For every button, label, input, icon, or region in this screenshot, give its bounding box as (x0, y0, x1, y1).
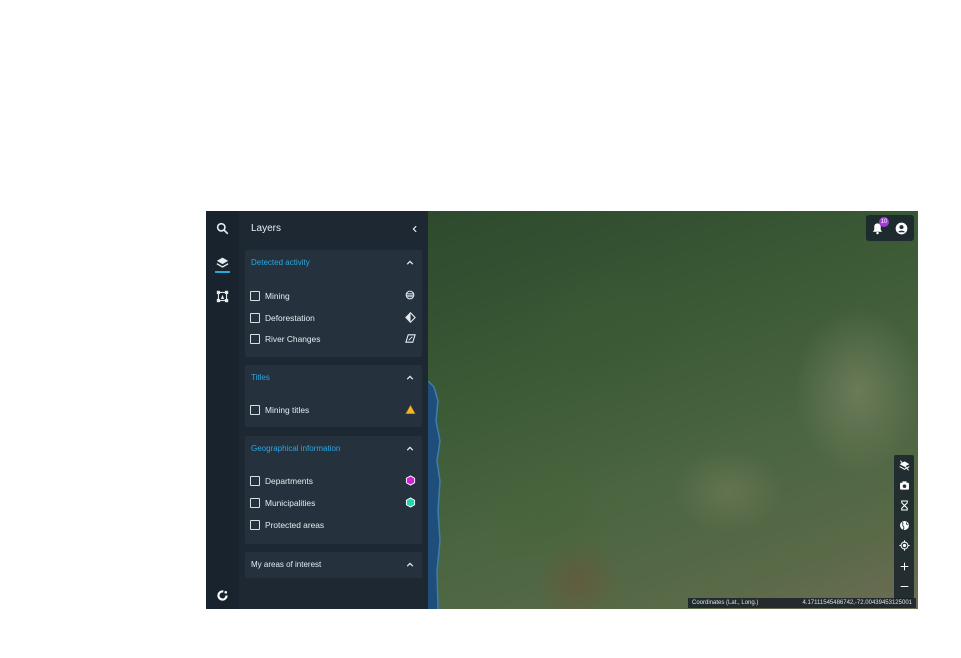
screenshot-button[interactable] (897, 478, 911, 492)
top-right-controls: 10 (866, 215, 914, 241)
locate-button[interactable] (897, 538, 911, 552)
layer-row-protected-areas[interactable]: Protected areas (245, 517, 422, 535)
search-icon (216, 222, 229, 235)
layer-row-mining-titles[interactable]: Mining titles (245, 402, 422, 420)
globe-icon (899, 520, 909, 530)
hide-layers-button[interactable] (897, 458, 911, 472)
group-title: Detected activity (251, 258, 310, 267)
layer-row-departments[interactable]: Departments (245, 473, 422, 491)
layer-row-mining[interactable]: Mining (245, 288, 422, 306)
layer-label: Mining titles (265, 405, 310, 415)
collapse-group-button[interactable] (404, 372, 416, 384)
plus-icon (900, 562, 908, 570)
striped-circle-icon (404, 289, 416, 301)
group-header[interactable]: Titles (245, 365, 422, 391)
app-window: Layers Detected activity Mining Deforest… (206, 211, 918, 609)
chevron-up-icon (406, 260, 414, 265)
basemap-button[interactable] (897, 518, 911, 532)
layers-icon (216, 257, 229, 268)
checkbox[interactable] (250, 476, 260, 486)
coordinates-value: 4.17111545486742,-72.00439453125001 (802, 600, 912, 606)
layer-label: Mining (265, 291, 290, 301)
chevron-up-icon (406, 562, 414, 567)
map-tools (894, 455, 914, 599)
group-header[interactable]: Geographical information (245, 436, 422, 462)
parallelogram-icon (404, 332, 416, 344)
checkbox[interactable] (250, 405, 260, 415)
checkbox[interactable] (250, 498, 260, 508)
logo-icon (217, 590, 228, 601)
yellow-triangle-icon (404, 403, 416, 415)
half-diamond-icon (404, 311, 416, 323)
notification-count-badge: 10 (879, 217, 889, 227)
checkbox[interactable] (250, 313, 260, 323)
group-titles: Titles Mining titles (245, 365, 422, 427)
collapse-group-button[interactable] (404, 257, 416, 269)
camera-icon (899, 480, 909, 490)
collapse-group-button[interactable] (404, 559, 416, 571)
layer-label: River Changes (265, 334, 321, 344)
layer-row-deforestation[interactable]: Deforestation (245, 310, 422, 328)
active-indicator (215, 271, 230, 273)
zoom-out-button[interactable] (897, 579, 911, 593)
satellite-map[interactable]: 10 Coordinates (Lat., Long.) 4.171115454… (428, 211, 918, 609)
group-my-areas-of-interest: My areas of interest (245, 552, 422, 578)
layer-row-river-changes[interactable]: River Changes (245, 331, 422, 349)
icon-rail (206, 211, 239, 609)
panel-header: Layers (239, 211, 428, 247)
group-header[interactable]: My areas of interest (245, 552, 422, 578)
zoom-in-button[interactable] (897, 559, 911, 573)
account-button[interactable] (895, 222, 908, 235)
magenta-hexagon-icon (404, 474, 416, 486)
coordinates-label: Coordinates (Lat., Long.) (692, 600, 759, 606)
teal-hexagon-icon (404, 496, 416, 508)
layer-row-municipalities[interactable]: Municipalities (245, 495, 422, 513)
chevron-left-icon (412, 225, 417, 233)
area-select-icon (216, 290, 229, 303)
group-geographical-information: Geographical information Departments Mun… (245, 436, 422, 544)
chevron-up-icon (406, 375, 414, 380)
area-select-button[interactable] (212, 286, 233, 307)
minus-icon (900, 585, 908, 587)
user-icon (895, 222, 908, 235)
coordinates-bar: Coordinates (Lat., Long.) 4.171115454867… (688, 598, 916, 608)
panel-title: Layers (251, 223, 282, 234)
layer-label: Protected areas (265, 520, 325, 530)
crosshair-icon (898, 539, 910, 551)
timeline-button[interactable] (897, 498, 911, 512)
checkbox[interactable] (250, 334, 260, 344)
group-title: My areas of interest (251, 560, 322, 569)
collapse-group-button[interactable] (404, 443, 416, 455)
layer-label: Municipalities (265, 498, 316, 508)
layers-button[interactable] (212, 252, 233, 273)
chevron-up-icon (406, 446, 414, 451)
checkbox[interactable] (250, 520, 260, 530)
group-detected-activity: Detected activity Mining Deforestation R… (245, 250, 422, 357)
layers-panel: Layers Detected activity Mining Deforest… (239, 211, 428, 609)
coastline-water (428, 381, 441, 609)
search-button[interactable] (212, 218, 233, 239)
group-header[interactable]: Detected activity (245, 250, 422, 276)
group-title: Geographical information (251, 444, 341, 453)
layers-off-icon (898, 459, 910, 471)
collapse-panel-button[interactable] (408, 222, 422, 236)
group-title: Titles (251, 373, 270, 382)
checkbox[interactable] (250, 291, 260, 301)
layer-label: Departments (265, 476, 313, 486)
app-logo (212, 585, 233, 606)
layer-label: Deforestation (265, 313, 315, 323)
hourglass-icon (900, 500, 908, 510)
